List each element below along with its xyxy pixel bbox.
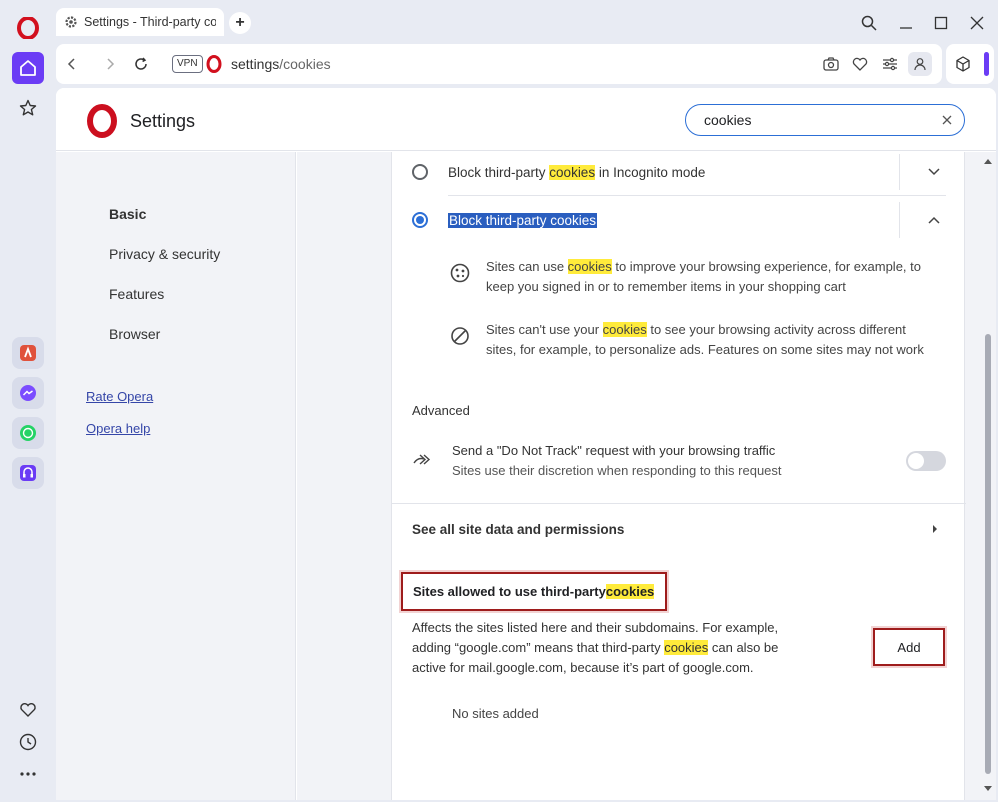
url-host: settings — [231, 56, 280, 72]
cookies-settings-card: Block third-party cookies in Incognito m… — [391, 152, 966, 800]
nav-item-privacy-security[interactable]: Privacy & security — [109, 246, 220, 262]
text-part: Sites can use — [486, 259, 568, 274]
settings-page: Settings cookies Basic Privacy & securit… — [56, 88, 996, 800]
easy-setup-icon[interactable] — [878, 52, 902, 76]
opera-logo-icon — [86, 104, 118, 141]
music-player-icon[interactable] — [12, 457, 44, 489]
sidebar-indicator — [984, 52, 989, 76]
opera-help-link[interactable]: Opera help — [86, 421, 150, 436]
do-not-track-icon — [412, 450, 432, 470]
divider — [392, 503, 966, 504]
clear-search-icon[interactable] — [938, 111, 956, 129]
whatsapp-icon[interactable] — [12, 417, 44, 449]
add-site-button[interactable]: Add — [873, 628, 945, 666]
option-block-third-party[interactable]: Block third-party cookies — [412, 196, 946, 244]
nav-item-features[interactable]: Features — [109, 286, 164, 302]
reload-icon[interactable] — [129, 52, 153, 76]
opera-logo-icon — [206, 55, 222, 76]
url-text[interactable]: settings/cookies — [231, 56, 331, 72]
label-part: in Incognito mode — [595, 164, 706, 180]
search-tabs-icon[interactable] — [858, 12, 880, 34]
allowed-sites-description: Affects the sites listed here and their … — [412, 618, 812, 678]
settings-header: Settings cookies — [56, 88, 996, 151]
rate-opera-link[interactable]: Rate Opera — [86, 389, 153, 404]
scrollbar[interactable] — [980, 152, 996, 800]
profile-icon[interactable] — [908, 52, 932, 76]
option-label: Block third-party cookies — [448, 212, 598, 228]
home-icon[interactable] — [12, 52, 44, 84]
search-value: cookies — [704, 112, 752, 128]
history-clock-icon[interactable] — [12, 726, 44, 758]
new-tab-button[interactable]: + — [229, 12, 251, 34]
settings-search-input[interactable]: cookies — [685, 104, 965, 136]
highlight: cookies — [605, 584, 655, 599]
selected-label: Block third-party cookies — [448, 212, 598, 228]
scroll-down-icon[interactable] — [983, 784, 993, 794]
option-block-incognito[interactable]: Block third-party cookies in Incognito m… — [412, 148, 946, 196]
text-part: Sites can't use your — [486, 322, 603, 337]
maximize-icon[interactable] — [930, 12, 952, 34]
forward-icon[interactable] — [98, 52, 122, 76]
radio-incognito[interactable] — [412, 164, 428, 180]
text-part: Sites allowed to use third-party — [413, 584, 606, 599]
opera-sidebar — [0, 0, 54, 802]
browser-tab[interactable]: Settings - Third-party coo — [56, 8, 224, 36]
extensions-area — [946, 44, 994, 84]
caret-right-icon[interactable] — [928, 522, 942, 536]
highlight: cookies — [549, 164, 596, 180]
scroll-up-icon[interactable] — [983, 156, 993, 166]
chevron-down-icon[interactable] — [924, 162, 944, 182]
extensions-cube-icon[interactable] — [951, 52, 975, 76]
close-window-icon[interactable] — [966, 12, 988, 34]
do-not-track-row[interactable]: Send a "Do Not Track" request with your … — [412, 440, 946, 484]
dnt-subtitle: Sites use their discretion when respondi… — [452, 463, 782, 478]
camera-icon[interactable] — [819, 52, 843, 76]
option-label: Block third-party cookies in Incognito m… — [448, 164, 706, 180]
see-all-site-data-link[interactable]: See all site data and permissions — [412, 522, 624, 537]
url-path: /cookies — [279, 56, 331, 72]
description-allow: Sites can use cookies to improve your br… — [448, 257, 938, 297]
star-icon[interactable] — [12, 92, 44, 124]
minimize-icon[interactable] — [895, 12, 917, 34]
heart-icon[interactable] — [12, 694, 44, 726]
description-text: Sites can't use your cookies to see your… — [486, 320, 938, 360]
gear-icon — [64, 15, 78, 29]
divider — [899, 154, 900, 190]
address-bar: VPN settings/cookies — [56, 44, 942, 84]
empty-sites-message: No sites added — [452, 706, 539, 721]
highlight: cookies — [664, 640, 709, 655]
chevron-up-icon[interactable] — [924, 210, 944, 230]
cookie-icon — [448, 261, 472, 285]
description-text: Sites can use cookies to improve your br… — [486, 257, 938, 297]
page-title: Settings — [130, 111, 196, 131]
divider — [899, 202, 900, 238]
label-part: Block third-party — [448, 164, 550, 180]
heart-icon[interactable] — [848, 52, 872, 76]
opera-logo-icon[interactable] — [12, 12, 44, 44]
advanced-heading: Advanced — [412, 403, 470, 418]
more-icon[interactable] — [12, 758, 44, 790]
nav-item-basic[interactable]: Basic — [109, 206, 146, 222]
tab-title: Settings - Third-party coo — [84, 15, 216, 29]
do-not-track-toggle[interactable] — [906, 451, 946, 471]
aria-icon[interactable] — [12, 337, 44, 369]
settings-nav: Basic Privacy & security Features Browse… — [56, 152, 296, 800]
radio-block-third-party[interactable] — [412, 212, 428, 228]
dnt-title: Send a "Do Not Track" request with your … — [452, 443, 776, 458]
scroll-thumb[interactable] — [985, 334, 991, 774]
highlight: cookies — [567, 259, 612, 274]
messenger-icon[interactable] — [12, 377, 44, 409]
back-icon[interactable] — [60, 52, 84, 76]
nav-item-browser[interactable]: Browser — [109, 326, 160, 342]
block-icon — [448, 324, 472, 348]
vpn-badge[interactable]: VPN — [172, 55, 203, 73]
description-block: Sites can't use your cookies to see your… — [448, 320, 938, 360]
allowed-sites-heading: Sites allowed to use third-party cookies — [401, 572, 667, 611]
highlight: cookies — [602, 322, 647, 337]
